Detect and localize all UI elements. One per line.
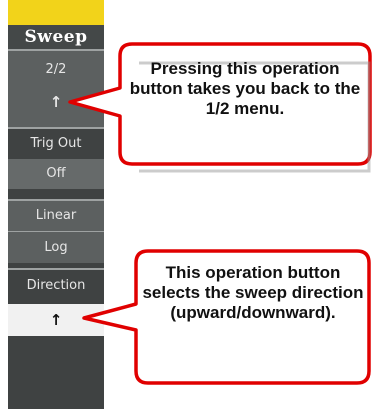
callout-bubble-shape <box>82 249 371 385</box>
callout-text: This operation button selects the sweep … <box>142 263 364 322</box>
callout-direction: This operation button selects the sweep … <box>0 0 374 409</box>
